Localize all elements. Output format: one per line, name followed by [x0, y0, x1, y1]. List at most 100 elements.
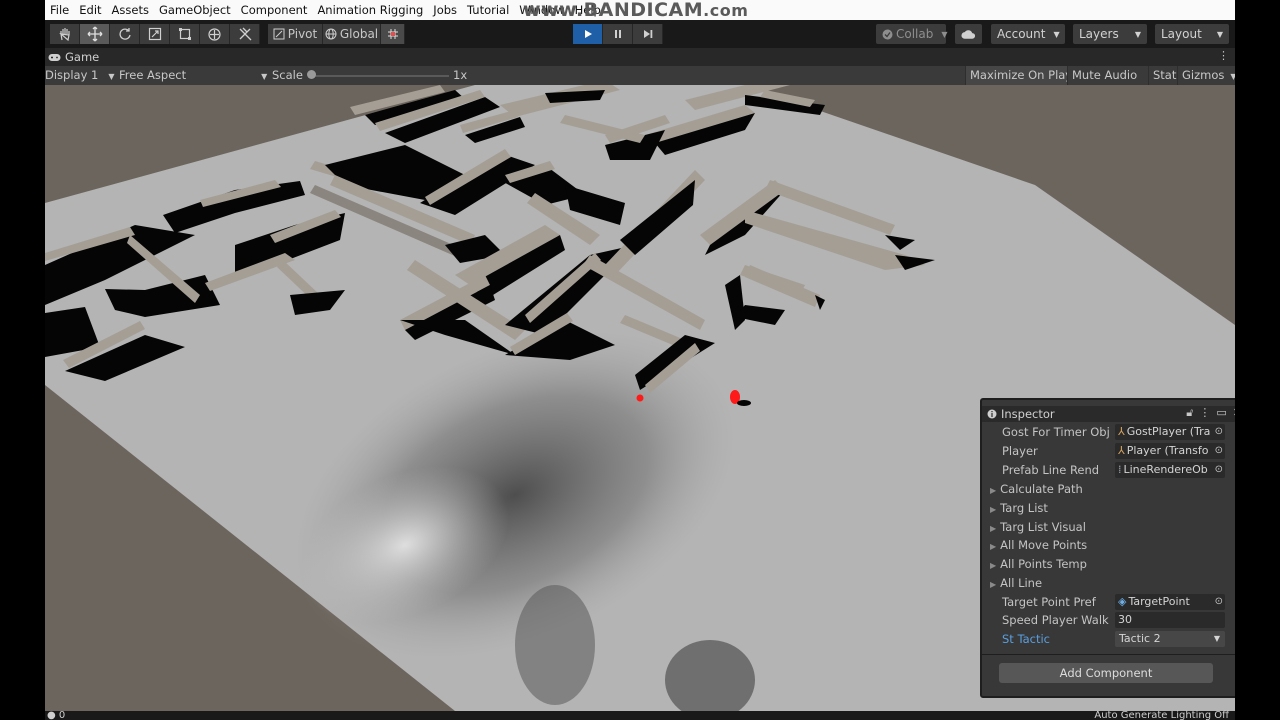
menu-tutorial[interactable]: Tutorial [462, 0, 514, 20]
field-label: Prefab Line Rend [1002, 463, 1100, 477]
game-tab-bar: Game ⋮ [45, 48, 1235, 66]
menu-jobs[interactable]: Jobs [428, 0, 462, 20]
layout-dropdown[interactable]: Layout ▼ [1155, 24, 1229, 44]
tab-game[interactable]: Game [48, 50, 99, 64]
step-button[interactable] [633, 24, 663, 44]
menu-assets[interactable]: Assets [107, 0, 154, 20]
scale-value: 1x [453, 68, 468, 82]
field-gost-for-timer-obj: Gost For Timer Obj ⅄ GostPlayer (Tra ⊙ [982, 424, 1235, 441]
playmode-controls [573, 24, 663, 44]
scale-slider-track[interactable] [313, 75, 449, 77]
foldout-calculate-path[interactable]: ▶ Calculate Path [982, 481, 1235, 498]
maximize-icon[interactable]: ▭ [1216, 406, 1226, 420]
check-icon [882, 29, 893, 39]
rotate-tool-icon[interactable] [110, 24, 140, 44]
collab-dropdown[interactable]: Collab ▼ [876, 24, 948, 44]
inspector-tab[interactable]: Inspector [987, 407, 1055, 421]
field-label: Gost For Timer Obj [1002, 425, 1110, 439]
object-field[interactable]: ◈ TargetPoint ⊙ [1115, 594, 1225, 610]
tactic-dropdown[interactable]: Tactic 2 ▼ [1115, 631, 1225, 647]
divider [982, 654, 1235, 655]
field-target-point-pref: Target Point Pref ◈ TargetPoint ⊙ [982, 594, 1235, 611]
field-label: Player [1002, 444, 1038, 458]
object-field[interactable]: ⅄ GostPlayer (Tra ⊙ [1115, 424, 1225, 440]
object-field[interactable]: ⅄ Player (Transfo ⊙ [1115, 443, 1225, 459]
player-shadow [737, 400, 751, 406]
move-tool-icon[interactable] [80, 24, 110, 44]
layers-dropdown[interactable]: Layers ▼ [1073, 24, 1147, 44]
global-toggle[interactable]: Global [323, 24, 381, 44]
transform-tool-icon[interactable] [200, 24, 230, 44]
account-dropdown[interactable]: Account ▼ [991, 24, 1065, 44]
foldout-all-points-temp[interactable]: ▶ All Points Temp [982, 556, 1235, 573]
object-picker-icon[interactable]: ⊙ [1212, 424, 1223, 440]
inspector-window-controls: 🔓︎ ⋮ ▭ ✕ [1186, 406, 1235, 420]
gizmos-dropdown[interactable]: Gizmos ▼ [1177, 66, 1235, 85]
foldout-targ-list-visual[interactable]: ▶ Targ List Visual [982, 519, 1235, 536]
pivot-toggle[interactable]: Pivot [268, 24, 323, 44]
display-label: Display 1 [45, 68, 99, 82]
mute-audio-toggle[interactable]: Mute Audio [1067, 66, 1142, 85]
rect-tool-icon[interactable] [170, 24, 200, 44]
add-component-button[interactable]: Add Component [999, 663, 1213, 683]
cloud-button[interactable] [955, 24, 982, 44]
object-picker-icon[interactable]: ⊙ [1212, 462, 1223, 478]
foldout-all-move-points[interactable]: ▶ All Move Points [982, 537, 1235, 554]
pivot-global-group: Pivot Global [268, 24, 405, 44]
chevron-down-icon: ▼ [1134, 29, 1141, 39]
chevron-down-icon: ▼ [108, 72, 115, 81]
maximize-on-play-toggle[interactable]: Maximize On Play [965, 66, 1077, 85]
chevron-right-icon: ▶ [990, 561, 997, 570]
step-icon [643, 30, 652, 38]
status-bar: ● 0 Auto Generate Lighting Off [45, 710, 1235, 720]
field-player: Player ⅄ Player (Transfo ⊙ [982, 443, 1235, 460]
kebab-menu-icon[interactable]: ⋮ [1199, 406, 1210, 420]
speed-input[interactable]: 30 [1115, 612, 1225, 628]
foldout-targ-list[interactable]: ▶ Targ List [982, 500, 1235, 517]
object-picker-icon[interactable]: ⊙ [1212, 594, 1223, 610]
lock-icon[interactable]: 🔓︎ [1186, 406, 1193, 420]
scale-tool-icon[interactable] [140, 24, 170, 44]
object-field[interactable]: ⁞ LineRendereOb ⊙ [1115, 462, 1225, 478]
field-prefab-line-rend: Prefab Line Rend ⁞ LineRendereOb ⊙ [982, 462, 1235, 479]
lighting-status: Auto Generate Lighting Off [1094, 710, 1229, 720]
collab-label: Collab [896, 27, 934, 41]
pause-icon [614, 30, 621, 38]
menu-animation-rigging[interactable]: Animation Rigging [312, 0, 428, 20]
object-picker-icon[interactable]: ⊙ [1212, 443, 1223, 459]
main-toolbar: Pivot Global Collab ▼ Account ▼ Layers ▼… [45, 20, 1235, 48]
tab-game-label: Game [65, 50, 100, 64]
menu-file[interactable]: File [45, 0, 74, 20]
gizmos-label: Gizmos [1182, 68, 1225, 82]
scale-slider-handle[interactable] [307, 70, 316, 79]
chevron-right-icon: ▶ [990, 524, 997, 533]
field-label: St Tactic [1002, 632, 1050, 646]
display-dropdown[interactable]: Display 1 ▼ [45, 68, 115, 82]
play-button[interactable] [573, 24, 603, 44]
inspector-header: Inspector 🔓︎ ⋮ ▭ ✕ [982, 406, 1235, 422]
pivot-label: Pivot [287, 27, 318, 41]
shadow-blob [515, 585, 595, 705]
field-speed-player-walk: Speed Player Walk 30 [982, 612, 1235, 629]
inspector-title: Inspector [1001, 407, 1055, 421]
kebab-menu-icon[interactable]: ⋮ [1218, 49, 1229, 62]
chevron-right-icon: ▶ [990, 486, 997, 495]
chevron-down-icon: ▼ [941, 29, 948, 39]
info-icon: ● [47, 710, 56, 720]
menu-component[interactable]: Component [236, 0, 313, 20]
target-point-marker [636, 394, 644, 402]
aspect-dropdown[interactable]: Free Aspect ▼ [119, 68, 267, 82]
grid-snap-toggle[interactable] [381, 24, 405, 44]
custom-tool-icon[interactable] [230, 24, 260, 44]
inspector-window: Inspector 🔓︎ ⋮ ▭ ✕ Gost For Timer Obj ⅄G… [980, 398, 1235, 698]
menu-gameobject[interactable]: GameObject [154, 0, 236, 20]
field-st-tactic: St Tactic Tactic 2 ▼ [982, 631, 1235, 648]
chevron-right-icon: ▶ [990, 542, 997, 551]
hand-tool-icon[interactable] [50, 24, 80, 44]
foldout-all-line[interactable]: ▶ All Line [982, 575, 1235, 592]
close-icon[interactable]: ✕ [1233, 406, 1235, 420]
info-icon [987, 409, 997, 419]
chevron-down-icon: ▼ [1213, 634, 1220, 643]
menu-edit[interactable]: Edit [74, 0, 106, 20]
pause-button[interactable] [603, 24, 633, 44]
